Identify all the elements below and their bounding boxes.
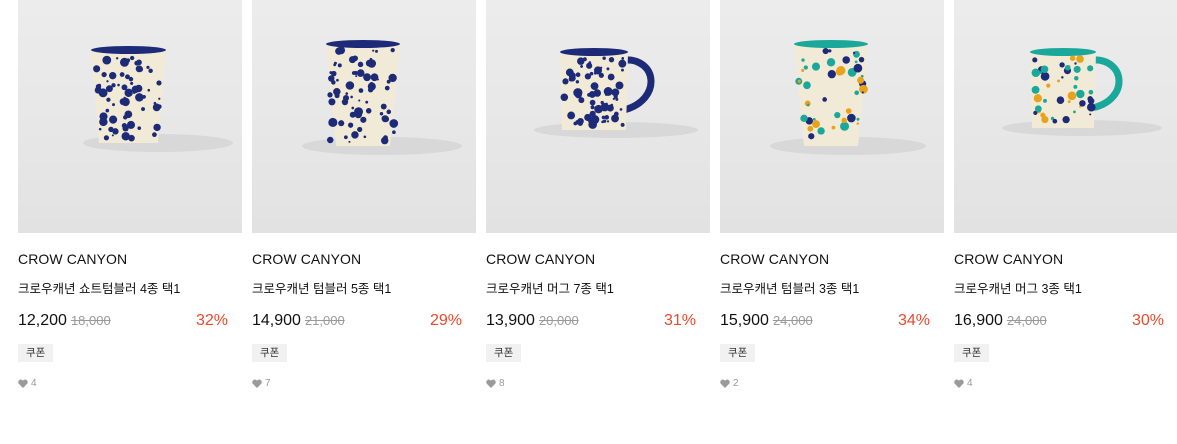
like-count[interactable]: 7: [252, 378, 476, 389]
coupon-badge: 쿠폰: [252, 344, 288, 362]
discount-rate: 29%: [429, 312, 462, 329]
sale-price: 16,900: [954, 312, 1003, 329]
product-card[interactable]: CROW CANYON 크로우캐년 머그 7종 택1 13,900 20,000 …: [486, 0, 710, 389]
like-count[interactable]: 4: [18, 378, 242, 389]
tumbler-icon: [302, 40, 462, 155]
like-count[interactable]: 8: [486, 378, 710, 389]
price-row: 14,900 21,000 29%: [252, 311, 476, 331]
original-price: 21,000: [304, 313, 345, 328]
sale-price: 15,900: [720, 312, 769, 329]
heart-icon: [18, 379, 28, 388]
product-image[interactable]: [486, 0, 710, 233]
short-tumbler-icon: [83, 46, 233, 152]
like-count[interactable]: 4: [954, 378, 1177, 389]
tumbler-multicolor-icon: [770, 40, 926, 155]
product-grid: CROW CANYON 크로우캐년 쇼트텀블러 4종 택1 12,200 18,0…: [0, 0, 1177, 444]
brand-name[interactable]: CROW CANYON: [720, 251, 944, 267]
price-row: 16,900 24,000 30%: [954, 311, 1177, 331]
original-price: 24,000: [772, 313, 813, 328]
product-title[interactable]: 크로우캐년 텀블러 3종 택1: [720, 281, 944, 297]
like-count[interactable]: 2: [720, 378, 944, 389]
price-row: 13,900 20,000 31%: [486, 311, 710, 331]
original-price: 24,000: [1006, 313, 1047, 328]
brand-name[interactable]: CROW CANYON: [18, 251, 242, 267]
like-count-value: 4: [31, 378, 37, 389]
product-image[interactable]: [954, 0, 1177, 233]
product-title[interactable]: 크로우캐년 텀블러 5종 택1: [252, 281, 476, 297]
mug-multicolor-icon: [1002, 48, 1162, 136]
product-card[interactable]: CROW CANYON 크로우캐년 텀블러 3종 택1 15,900 24,000…: [720, 0, 944, 389]
product-card[interactable]: CROW CANYON 크로우캐년 텀블러 5종 택1 14,900 21,000…: [252, 0, 476, 389]
product-title[interactable]: 크로우캐년 쇼트텀블러 4종 택1: [18, 281, 242, 297]
brand-name[interactable]: CROW CANYON: [486, 251, 710, 267]
product-image[interactable]: [720, 0, 944, 233]
brand-name[interactable]: CROW CANYON: [252, 251, 476, 267]
sale-price: 14,900: [252, 312, 301, 329]
product-title[interactable]: 크로우캐년 머그 7종 택1: [486, 281, 710, 297]
heart-icon: [720, 379, 730, 388]
like-count-value: 4: [967, 378, 973, 389]
product-card[interactable]: CROW CANYON 크로우캐년 머그 3종 택1 16,900 24,000 …: [954, 0, 1177, 389]
product-image[interactable]: [18, 0, 242, 233]
discount-rate: 31%: [663, 312, 696, 329]
mug-icon: [534, 48, 698, 138]
discount-rate: 32%: [195, 312, 228, 329]
price-row: 15,900 24,000 34%: [720, 311, 944, 331]
product-image[interactable]: [252, 0, 476, 233]
product-title[interactable]: 크로우캐년 머그 3종 택1: [954, 281, 1177, 297]
heart-icon: [252, 379, 262, 388]
coupon-badge: 쿠폰: [954, 344, 990, 362]
coupon-badge: 쿠폰: [720, 344, 756, 362]
coupon-badge: 쿠폰: [486, 344, 522, 362]
like-count-value: 8: [499, 378, 505, 389]
product-card[interactable]: CROW CANYON 크로우캐년 쇼트텀블러 4종 택1 12,200 18,0…: [18, 0, 242, 389]
price-row: 12,200 18,000 32%: [18, 311, 242, 331]
discount-rate: 34%: [897, 312, 930, 329]
like-count-value: 2: [733, 378, 739, 389]
discount-rate: 30%: [1131, 312, 1164, 329]
heart-icon: [954, 379, 964, 388]
sale-price: 12,200: [18, 312, 67, 329]
sale-price: 13,900: [486, 312, 535, 329]
coupon-badge: 쿠폰: [18, 344, 54, 362]
like-count-value: 7: [265, 378, 271, 389]
original-price: 20,000: [538, 313, 579, 328]
heart-icon: [486, 379, 496, 388]
original-price: 18,000: [70, 313, 111, 328]
brand-name[interactable]: CROW CANYON: [954, 251, 1177, 267]
